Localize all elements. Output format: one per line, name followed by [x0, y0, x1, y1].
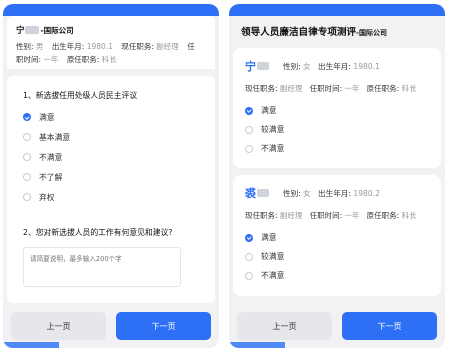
- person-card: 宁 性别: 女 出生年月: 1980.1 现任职务: 副经理 任职时间: 一年 …: [233, 48, 441, 168]
- page-title: 领导人员廉洁自律专项测评-国际公司: [241, 27, 388, 38]
- next-page-button[interactable]: 下一页: [116, 312, 211, 340]
- q1-option-basically-satisfied[interactable]: 基本满意: [23, 127, 205, 147]
- radio-checked-icon: [245, 106, 253, 115]
- radio-empty-icon: [23, 153, 31, 161]
- top-status-strip: [229, 4, 445, 16]
- candidate-name: 宁 -国际公司: [16, 26, 74, 36]
- radio-empty-icon: [245, 252, 253, 261]
- prev-page-button[interactable]: 上一页: [11, 312, 106, 340]
- name-redaction: [257, 62, 269, 70]
- radio-checked-icon: [23, 113, 31, 121]
- q1-option-abstain[interactable]: 弃权: [23, 187, 205, 207]
- radio-empty-icon: [245, 271, 253, 280]
- person-meta: 现任职务: 副经理 任职时间: 一年 原任职务: 科长: [245, 211, 417, 220]
- candidate-info-card: 宁 -国际公司 性别: 男 出生年月: 1980.1 现任职务: 副经理 任 职时…: [7, 16, 215, 69]
- name-redaction: [24, 26, 39, 34]
- radio-empty-icon: [245, 125, 253, 134]
- p1-option-fairly-satisfied[interactable]: 较满意: [245, 120, 431, 139]
- prev-page-button[interactable]: 上一页: [237, 312, 332, 340]
- candidate-meta: 性别: 男 出生年月: 1980.1 现任职务: 副经理 任 职时间: 一年 原…: [16, 42, 195, 64]
- person-row: 裘 性别: 女 出生年月: 1980.2: [245, 187, 380, 200]
- pagination-buttons: 上一页 下一页: [11, 312, 211, 340]
- p2-option-satisfied[interactable]: 满意: [245, 228, 431, 247]
- bottom-tab-indicator: [3, 342, 59, 348]
- radio-empty-icon: [245, 144, 253, 153]
- top-status-strip: [3, 4, 219, 16]
- q1-option-unknown[interactable]: 不了解: [23, 167, 205, 187]
- question-1-title: 1、新选拔任用处级人员民主评议: [23, 91, 138, 100]
- radio-empty-icon: [23, 193, 31, 201]
- name-redaction: [257, 189, 269, 197]
- question-2-title: 2、您对新选拔人员的工作有何意见和建议?: [23, 228, 173, 237]
- person-row: 宁 性别: 女 出生年月: 1980.1: [245, 60, 380, 73]
- q1-option-satisfied[interactable]: 满意: [23, 107, 205, 127]
- person-card: 裘 性别: 女 出生年月: 1980.2 现任职务: 副经理 任职时间: 一年 …: [233, 175, 441, 296]
- radio-checked-icon: [245, 233, 253, 242]
- bottom-tab-indicator: [229, 342, 285, 348]
- questionnaire-body: 1、新选拔任用处级人员民主评议 满意 基本满意 不满意 不了解 弃权 2、您对新…: [7, 76, 215, 303]
- p1-option-satisfied[interactable]: 满意: [245, 101, 431, 120]
- next-page-button[interactable]: 下一页: [342, 312, 437, 340]
- person-meta: 现任职务: 副经理 任职时间: 一年 原任职务: 科长: [245, 84, 417, 93]
- p1-option-unsatisfied[interactable]: 不满意: [245, 139, 431, 158]
- suggestion-textarea[interactable]: [23, 247, 181, 287]
- pagination-buttons: 上一页 下一页: [237, 312, 437, 340]
- p2-option-unsatisfied[interactable]: 不满意: [245, 266, 431, 285]
- q1-option-unsatisfied[interactable]: 不满意: [23, 147, 205, 167]
- radio-empty-icon: [23, 133, 31, 141]
- radio-empty-icon: [23, 173, 31, 181]
- evaluation-screen-right: 领导人员廉洁自律专项测评-国际公司 宁 性别: 女 出生年月: 1980.1 现…: [229, 4, 445, 348]
- evaluation-screen-left: 宁 -国际公司 性别: 男 出生年月: 1980.1 现任职务: 副经理 任 职时…: [3, 4, 219, 348]
- p2-option-fairly-satisfied[interactable]: 较满意: [245, 247, 431, 266]
